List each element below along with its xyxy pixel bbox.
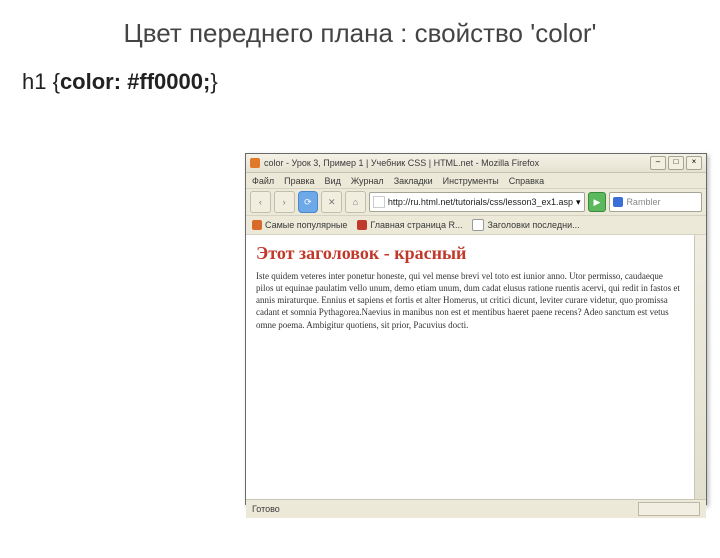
stop-icon: ✕ bbox=[328, 197, 336, 208]
page-paragraph: Iste quidem veteres inter ponetur honest… bbox=[256, 270, 696, 331]
menu-history[interactable]: Журнал bbox=[351, 176, 384, 186]
bookmarks-toolbar: Самые популярные Главная страница R... З… bbox=[246, 216, 706, 235]
doc-icon bbox=[472, 219, 484, 231]
home-icon: ⌂ bbox=[353, 197, 358, 207]
maximize-button[interactable]: □ bbox=[668, 156, 684, 170]
home-button[interactable]: ⌂ bbox=[345, 191, 366, 213]
page-icon bbox=[373, 196, 385, 208]
url-text: http://ru.html.net/tutorials/css/lesson3… bbox=[388, 197, 573, 207]
menu-edit[interactable]: Правка bbox=[284, 176, 314, 186]
bookmark-popular[interactable]: Самые популярные bbox=[252, 220, 347, 230]
status-box bbox=[638, 502, 700, 516]
menu-file[interactable]: Файл bbox=[252, 176, 274, 186]
bookmark-headlines[interactable]: Заголовки последни... bbox=[472, 219, 579, 231]
css-code-example: h1 {color: #ff0000;} bbox=[22, 69, 720, 95]
search-placeholder: Rambler bbox=[626, 197, 660, 207]
reload-icon: ⟳ bbox=[304, 197, 312, 208]
status-bar: Готово bbox=[246, 500, 706, 518]
folder-icon bbox=[252, 220, 262, 230]
go-icon: ▶ bbox=[594, 197, 601, 208]
url-bar[interactable]: http://ru.html.net/tutorials/css/lesson3… bbox=[369, 192, 585, 212]
page-heading: Этот заголовок - красный bbox=[256, 243, 696, 264]
forward-button[interactable]: › bbox=[274, 191, 295, 213]
bookmark-label: Заголовки последни... bbox=[487, 220, 579, 230]
window-title: color - Урок 3, Пример 1 | Учебник CSS |… bbox=[264, 158, 646, 168]
firefox-icon bbox=[250, 158, 260, 168]
minimize-button[interactable]: – bbox=[650, 156, 666, 170]
stop-button[interactable]: ✕ bbox=[321, 191, 342, 213]
slide-title: Цвет переднего плана : свойство 'color' bbox=[0, 18, 720, 49]
site-icon bbox=[357, 220, 367, 230]
browser-window: color - Урок 3, Пример 1 | Учебник CSS |… bbox=[245, 153, 707, 505]
url-dropdown-icon[interactable]: ▾ bbox=[576, 197, 581, 208]
code-property: color: #ff0000; bbox=[60, 69, 210, 94]
bookmark-rambler[interactable]: Главная страница R... bbox=[357, 220, 462, 230]
bookmark-label: Главная страница R... bbox=[370, 220, 462, 230]
reload-button[interactable]: ⟳ bbox=[298, 191, 319, 213]
forward-icon: › bbox=[283, 197, 286, 207]
bookmark-label: Самые популярные bbox=[265, 220, 347, 230]
back-button[interactable]: ‹ bbox=[250, 191, 271, 213]
search-box[interactable]: Rambler bbox=[609, 192, 702, 212]
code-suffix: } bbox=[210, 69, 217, 94]
search-engine-icon bbox=[613, 197, 623, 207]
menu-bar: Файл Правка Вид Журнал Закладки Инструме… bbox=[246, 173, 706, 189]
menu-bookmarks[interactable]: Закладки bbox=[394, 176, 433, 186]
back-icon: ‹ bbox=[259, 197, 262, 207]
status-text: Готово bbox=[252, 504, 280, 514]
page-viewport: Этот заголовок - красный Iste quidem vet… bbox=[246, 235, 706, 500]
window-titlebar[interactable]: color - Урок 3, Пример 1 | Учебник CSS |… bbox=[246, 154, 706, 173]
menu-help[interactable]: Справка bbox=[509, 176, 544, 186]
menu-view[interactable]: Вид bbox=[325, 176, 341, 186]
code-prefix: h1 { bbox=[22, 69, 60, 94]
go-button[interactable]: ▶ bbox=[588, 192, 607, 212]
nav-toolbar: ‹ › ⟳ ✕ ⌂ http://ru.html.net/tutorials/c… bbox=[246, 189, 706, 216]
menu-tools[interactable]: Инструменты bbox=[443, 176, 499, 186]
close-button[interactable]: × bbox=[686, 156, 702, 170]
